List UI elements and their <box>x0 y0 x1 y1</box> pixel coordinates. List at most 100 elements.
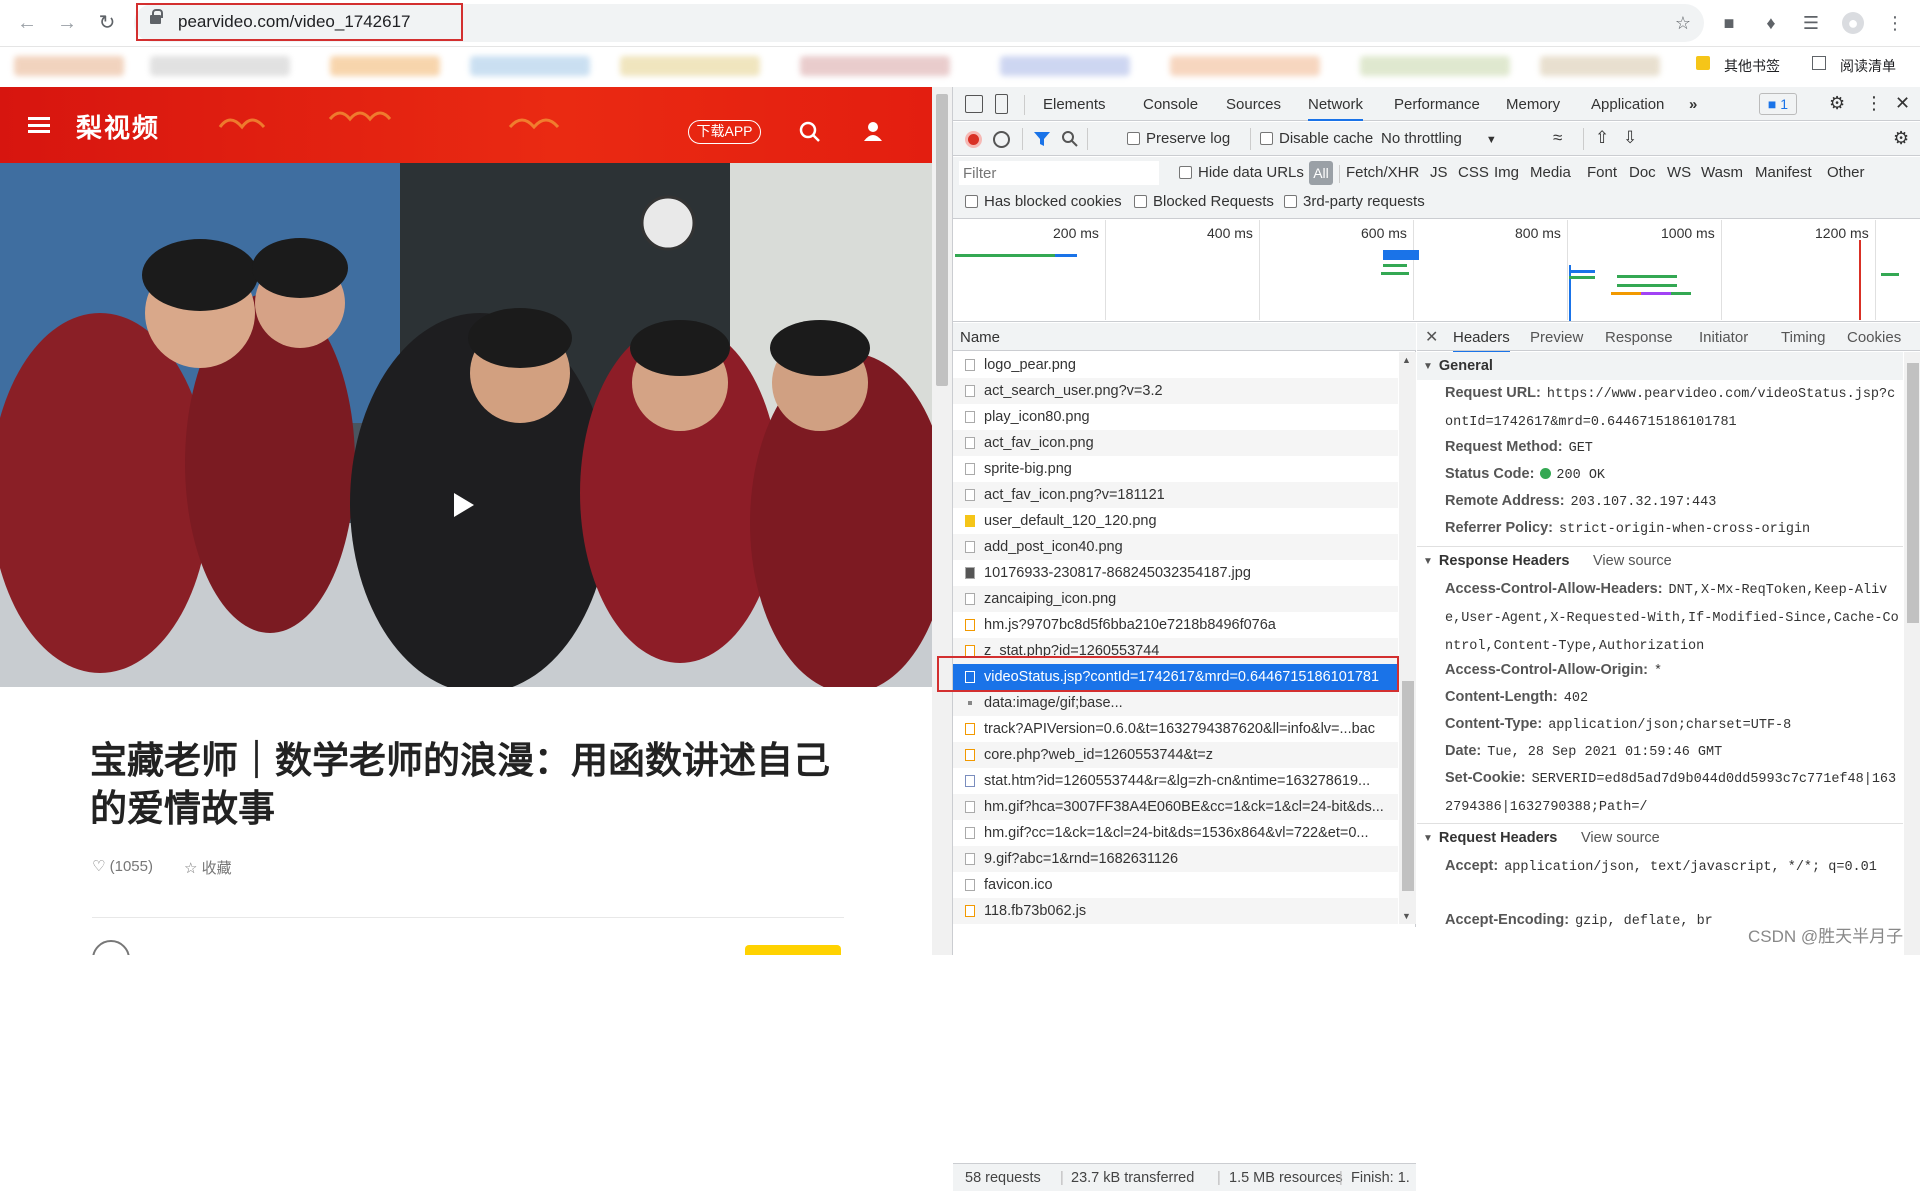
filter-type-other[interactable]: Other <box>1827 164 1865 181</box>
star-icon[interactable]: ☆ <box>1672 12 1694 34</box>
detail-scrollbar-thumb[interactable] <box>1907 363 1919 623</box>
avatar[interactable]: ● <box>1842 12 1864 34</box>
forward-icon[interactable]: → <box>56 12 78 34</box>
filter-type-wasm[interactable]: Wasm <box>1701 164 1743 181</box>
download-app-button[interactable]: 下载APP <box>688 120 761 144</box>
request-headers-section-header[interactable]: Request Headers <box>1423 830 1557 846</box>
network-settings-gear-icon[interactable]: ⚙ <box>1893 128 1909 149</box>
more-options-icon[interactable]: ⋮ <box>1865 93 1883 114</box>
filter-type-ws[interactable]: WS <box>1667 164 1691 181</box>
request-list-scrollbar-thumb[interactable] <box>1402 681 1414 891</box>
tab-preview[interactable]: Preview <box>1530 329 1583 346</box>
filter-type-fetch-xhr[interactable]: Fetch/XHR <box>1346 164 1419 181</box>
play-icon[interactable] <box>454 493 474 517</box>
checkbox[interactable] <box>1134 195 1147 208</box>
request-row[interactable]: 118.fb73b062.js <box>953 898 1398 924</box>
request-row[interactable]: sprite-big.png <box>953 456 1398 482</box>
request-row[interactable]: hm.js?9707bc8d5f6bba210e7218b8496f076a <box>953 612 1398 638</box>
bookmark-item[interactable] <box>620 56 760 76</box>
site-logo[interactable]: 梨视频 <box>76 108 160 145</box>
favorite-button[interactable]: ☆ 收藏 <box>184 857 232 878</box>
import-har-icon[interactable]: ⇧ <box>1595 128 1609 148</box>
menu-icon[interactable]: ⋮ <box>1884 12 1906 34</box>
tab-headers[interactable]: Headers <box>1453 329 1510 353</box>
inspect-element-icon[interactable] <box>965 95 983 113</box>
like-count[interactable]: ♡ (1055) <box>92 857 153 875</box>
request-row[interactable]: zancaiping_icon.png <box>953 586 1398 612</box>
filter-type-js[interactable]: JS <box>1430 164 1448 181</box>
back-icon[interactable]: ← <box>16 12 38 34</box>
tab-performance[interactable]: Performance <box>1394 96 1480 113</box>
request-row[interactable]: act_search_user.png?v=3.2 <box>953 378 1398 404</box>
puzzle-icon[interactable]: ♦ <box>1760 12 1782 34</box>
checkbox[interactable] <box>1260 132 1273 145</box>
tab-elements[interactable]: Elements <box>1043 96 1106 113</box>
hide-data-urls-checkbox[interactable]: Hide data URLs <box>1179 164 1304 181</box>
checkbox[interactable] <box>1284 195 1297 208</box>
more-tabs-icon[interactable]: » <box>1689 96 1697 113</box>
blocked-requests-checkbox[interactable]: Blocked Requests <box>1134 193 1274 210</box>
request-row[interactable]: hm.gif?hca=3007FF38A4E060BE&cc=1&ck=1&cl… <box>953 794 1398 820</box>
filter-icon[interactable] <box>1033 131 1051 147</box>
request-row[interactable]: core.php?web_id=1260553744&t=z <box>953 742 1398 768</box>
close-icon[interactable]: ✕ <box>1895 93 1910 114</box>
extension-icon[interactable]: ■ <box>1718 12 1740 34</box>
tab-timing[interactable]: Timing <box>1781 329 1825 346</box>
tab-application[interactable]: Application <box>1591 96 1664 113</box>
follow-button[interactable] <box>745 945 841 955</box>
checkbox[interactable] <box>1179 166 1192 179</box>
bookmark-item[interactable] <box>150 56 290 76</box>
request-row[interactable]: 10176933-230817-868245032354187.jpg <box>953 560 1398 586</box>
request-row[interactable]: favicon.ico <box>953 872 1398 898</box>
response-view-source-link[interactable]: View source <box>1593 553 1672 569</box>
tab-cookies[interactable]: Cookies <box>1847 329 1901 346</box>
request-row[interactable]: data:image/gif;base... <box>953 690 1398 716</box>
issues-badge[interactable]: ■ 1 <box>1759 93 1797 115</box>
third-party-requests-checkbox[interactable]: 3rd-party requests <box>1284 193 1425 210</box>
request-row[interactable]: stat.htm?id=1260553744&r=&lg=zh-cn&ntime… <box>953 768 1398 794</box>
bookmark-item[interactable] <box>800 56 950 76</box>
tab-sources[interactable]: Sources <box>1226 96 1281 113</box>
filter-type-manifest[interactable]: Manifest <box>1755 164 1812 181</box>
filter-type-font[interactable]: Font <box>1587 164 1617 181</box>
user-icon[interactable] <box>862 120 884 142</box>
bookmark-item[interactable] <box>1540 56 1660 76</box>
throttling-select[interactable]: No throttling ▼ <box>1381 130 1497 147</box>
request-view-source-link[interactable]: View source <box>1581 830 1660 846</box>
media-control-icon[interactable]: ☰ <box>1800 12 1822 34</box>
export-har-icon[interactable]: ⇩ <box>1623 128 1637 148</box>
network-timeline-overview[interactable]: 200 ms 400 ms 600 ms 800 ms 1000 ms 1200… <box>953 220 1920 322</box>
filter-type-all[interactable]: All <box>1309 161 1333 185</box>
bookmark-item[interactable] <box>1170 56 1320 76</box>
name-column-header[interactable]: Name <box>953 323 1416 351</box>
filter-type-img[interactable]: Img <box>1494 164 1519 181</box>
request-row[interactable]: track?APIVersion=0.6.0&t=1632794387620&l… <box>953 716 1398 742</box>
filter-input[interactable] <box>959 161 1159 185</box>
disable-cache-checkbox[interactable]: Disable cache <box>1260 130 1373 147</box>
tab-initiator[interactable]: Initiator <box>1699 329 1748 346</box>
request-row[interactable]: act_fav_icon.png <box>953 430 1398 456</box>
scroll-down-icon[interactable]: ▼ <box>1402 911 1411 921</box>
response-headers-section-header[interactable]: Response Headers <box>1423 553 1570 569</box>
clear-icon[interactable] <box>993 131 1010 148</box>
reload-icon[interactable]: ↻ <box>96 12 118 34</box>
bookmark-item[interactable] <box>1000 56 1130 76</box>
request-row[interactable]: act_fav_icon.png?v=181121 <box>953 482 1398 508</box>
video-player[interactable] <box>0 163 932 687</box>
preserve-log-checkbox[interactable]: Preserve log <box>1127 130 1230 147</box>
tab-response[interactable]: Response <box>1605 329 1673 346</box>
hamburger-menu-icon[interactable] <box>28 117 50 133</box>
close-detail-icon[interactable]: ✕ <box>1425 327 1438 347</box>
has-blocked-cookies-checkbox[interactable]: Has blocked cookies <box>965 193 1122 210</box>
record-icon[interactable] <box>965 131 982 148</box>
tab-network[interactable]: Network <box>1308 96 1364 121</box>
search-icon[interactable] <box>1061 130 1079 148</box>
filter-type-media[interactable]: Media <box>1530 164 1571 181</box>
tab-console[interactable]: Console <box>1143 96 1198 113</box>
filter-type-doc[interactable]: Doc <box>1629 164 1656 181</box>
page-scrollbar-thumb[interactable] <box>936 94 948 386</box>
request-row[interactable]: play_icon80.png <box>953 404 1398 430</box>
search-icon[interactable] <box>798 120 822 144</box>
general-section-header[interactable]: General <box>1423 358 1493 374</box>
network-conditions-icon[interactable]: ≈ <box>1553 128 1562 148</box>
